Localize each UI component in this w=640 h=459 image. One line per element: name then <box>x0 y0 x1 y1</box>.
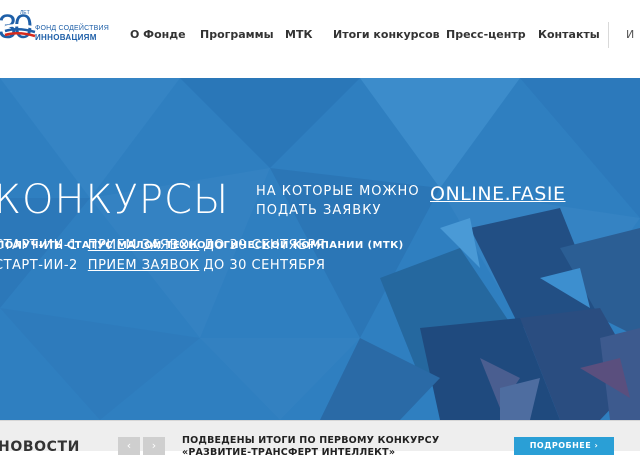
banner-subtitle: НА КОТОРЫЕ МОЖНО ПОДАТЬ ЗАЯВКУ <box>256 182 420 220</box>
banner-subtitle-line1: НА КОТОРЫЕ МОЖНО <box>256 184 420 199</box>
hero-banner: КОНКУРСЫ НА КОТОРЫЕ МОЖНО ПОДАТЬ ЗАЯВКУ … <box>0 78 640 420</box>
nav-item-cut[interactable]: И <box>626 28 634 41</box>
nav-item-about[interactable]: О Фонде <box>130 28 186 41</box>
logo-text-line2: ИННОВАЦИЯМ <box>35 33 97 42</box>
competition-deadline: ДО 30 СЕНТЯБРЯ <box>203 258 326 273</box>
news-label: НОВОСТИ <box>0 439 80 455</box>
news-bar: НОВОСТИ ‹ › ПОДВЕДЕНЫ ИТОГИ ПО ПЕРВОМУ К… <box>0 420 640 458</box>
nav-divider <box>608 22 609 48</box>
competition-name: СТАРТ-ИИ-2 <box>0 258 78 273</box>
banner-title: КОНКУРСЫ <box>0 177 230 223</box>
online-fasie-link[interactable]: ONLINE.FASIE <box>430 183 565 205</box>
tricolor-ribbon-icon <box>4 24 36 38</box>
more-button[interactable]: ПОДРОБНЕЕ › <box>514 437 614 455</box>
logo-text-line1: ФОНД СОДЕЙСТВИЯ <box>35 25 109 32</box>
logo-years: ЛЕТ <box>20 10 30 16</box>
nav-item-press-center[interactable]: Пресс-центр <box>446 28 526 41</box>
nav-item-mtk[interactable]: МТК <box>285 28 312 41</box>
nav-item-contacts[interactable]: Контакты <box>538 28 600 41</box>
site-header: 30 ЛЕТ ФОНД СОДЕЙСТВИЯ ИННОВАЦИЯМ О Фонд… <box>0 0 640 79</box>
news-next-button[interactable]: › <box>143 437 165 455</box>
nav-item-results[interactable]: Итоги конкурсов <box>333 28 440 41</box>
chevron-right-icon: › <box>151 439 157 452</box>
competition-row: СТАРТ-ИИ-2 ПРИЕМ ЗАЯВОК ДО 30 СЕНТЯБРЯ <box>0 258 325 273</box>
mtk-status-link[interactable]: ПОЛУЧИТЬ СТАТУС МАЛОЙ ТЕХНОЛОГИЧЕСКОЙ КО… <box>0 240 404 251</box>
news-prev-button[interactable]: ‹ <box>118 437 140 455</box>
fund-logo[interactable]: 30 ЛЕТ ФОНД СОДЕЙСТВИЯ ИННОВАЦИЯМ <box>0 6 110 46</box>
nav-item-programs[interactable]: Программы <box>200 28 274 41</box>
banner-subtitle-line2: ПОДАТЬ ЗАЯВКУ <box>256 203 382 218</box>
accepting-applications-link[interactable]: ПРИЕМ ЗАЯВОК <box>88 258 200 273</box>
chevron-left-icon: ‹ <box>126 439 132 452</box>
news-headline[interactable]: ПОДВЕДЕНЫ ИТОГИ ПО ПЕРВОМУ КОНКУРСУ «РАЗ… <box>182 435 452 459</box>
